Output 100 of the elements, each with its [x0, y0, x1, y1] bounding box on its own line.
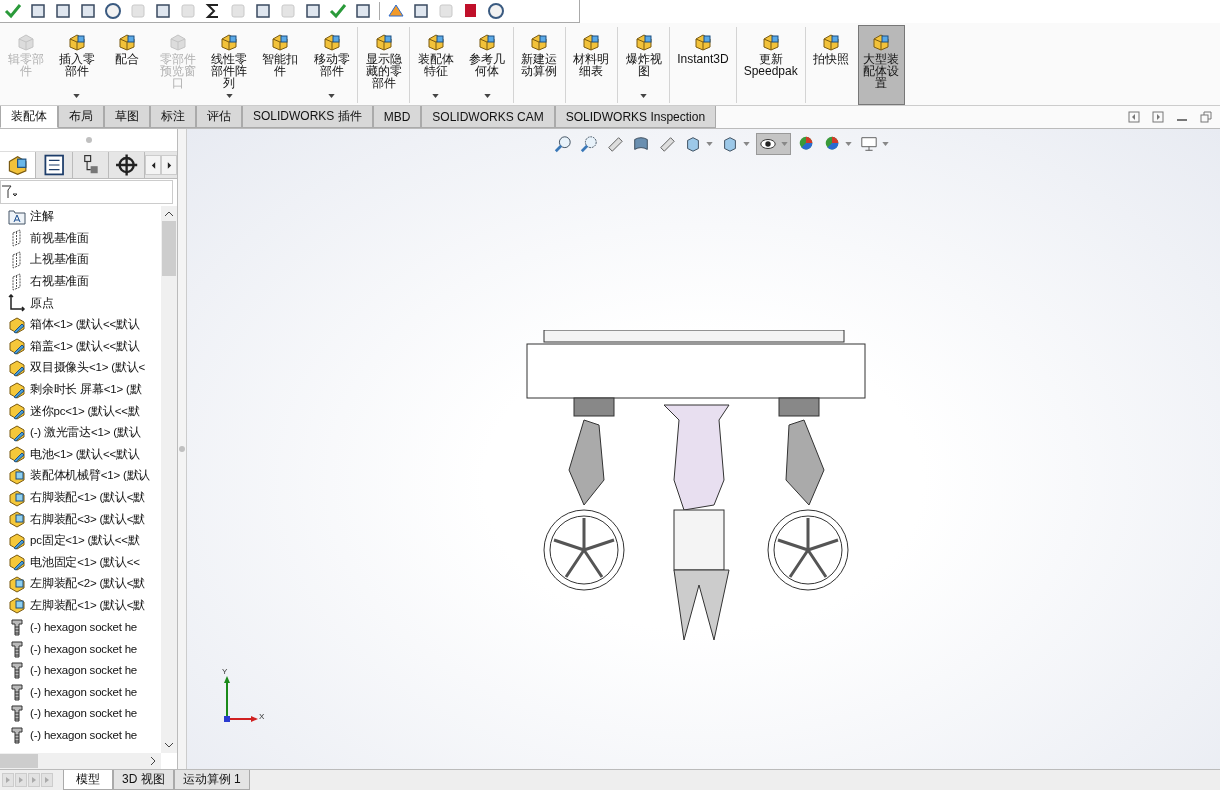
view-tool-icon — [606, 135, 624, 153]
assembly-icon — [8, 596, 26, 615]
tool-icon — [219, 32, 240, 52]
feature-tree-tab-icon[interactable] — [0, 152, 37, 178]
tool-icon — [373, 32, 394, 52]
scrollbar-thumb[interactable] — [0, 754, 38, 768]
panel-right-icon[interactable] — [1152, 111, 1164, 123]
tree-item-label[interactable]: 迷你pc<1> (默认<<默 — [30, 403, 140, 419]
ribbon-button[interactable]: Instant3D — [672, 25, 734, 105]
part-icon — [8, 380, 26, 399]
bolt-icon — [8, 639, 26, 658]
ribbon-button[interactable]: 大型装配体设置 — [857, 25, 905, 105]
ribbon-button[interactable]: 插入零部件 — [53, 25, 101, 105]
tool-icon — [425, 32, 446, 52]
tree-item-label[interactable]: (-) hexagon socket he — [30, 707, 138, 720]
ribbon-button[interactable]: 线性零部件阵列 — [205, 25, 253, 105]
command-tab[interactable]: 布局 — [58, 106, 104, 128]
part-icon — [8, 402, 26, 421]
tree-item-label[interactable]: 前视基准面 — [30, 230, 89, 246]
ribbon-button[interactable]: 材料明细表 — [567, 25, 616, 105]
x-axis-label: X — [259, 712, 265, 721]
ribbon-button[interactable]: 参考几何体 — [463, 25, 511, 105]
assembly-icon — [8, 488, 26, 507]
tool-icon — [117, 32, 138, 52]
tool-icon — [529, 32, 550, 52]
annotation-icon — [8, 207, 26, 226]
view-tool-icon — [684, 135, 702, 153]
command-tab[interactable]: 装配体 — [0, 106, 58, 128]
ribbon-button[interactable]: 新建运动算例 — [515, 25, 563, 105]
tree-item-label[interactable]: 右脚装配<3> (默认<默 — [30, 511, 145, 527]
tree-item-label[interactable]: 电池<1> (默认<<默认 — [30, 446, 140, 462]
splitter-handle[interactable] — [85, 137, 92, 143]
view-tool-icon — [580, 135, 598, 153]
restore-icon[interactable] — [1200, 111, 1212, 123]
bottom-tab[interactable]: 3D 视图 — [113, 770, 174, 790]
scrollbar-thumb[interactable] — [162, 221, 176, 276]
ribbon-button[interactable]: 拍快照 — [807, 25, 854, 105]
vertical-scrollbar[interactable] — [161, 206, 177, 753]
scroll-right-button[interactable] — [161, 155, 177, 175]
filter-field[interactable] — [0, 180, 173, 204]
tool-icon — [760, 32, 781, 52]
tree-item-label[interactable]: 箱盖<1> (默认<<默认 — [30, 338, 140, 354]
horizontal-scrollbar[interactable] — [0, 753, 161, 769]
tree-item-label[interactable]: (-) hexagon socket he — [30, 621, 138, 634]
tree-item-label[interactable]: (-) hexagon socket he — [30, 664, 138, 677]
bottom-tab[interactable]: 模型 — [63, 770, 113, 790]
ribbon-button[interactable]: 装配体特征 — [412, 25, 460, 105]
y-axis-label: Y — [222, 667, 228, 676]
tree-item-label[interactable]: 剩余时长 屏幕<1> (默 — [30, 382, 142, 398]
tree-item-label[interactable]: (-) hexagon socket he — [30, 642, 138, 655]
panel-left-icon[interactable] — [1128, 111, 1140, 123]
ribbon-button[interactable]: 更新 Speedpak — [738, 25, 803, 105]
tool-icon — [871, 32, 892, 52]
scroll-left-button[interactable] — [145, 155, 161, 175]
part-icon — [8, 553, 26, 572]
caret-icon — [845, 142, 852, 146]
command-tab[interactable]: SOLIDWORKS Inspection — [554, 106, 717, 128]
ribbon-button[interactable]: 显示隐藏的零部件 — [360, 25, 408, 105]
tool-icon — [581, 32, 602, 52]
command-tab[interactable]: MBD — [372, 106, 422, 128]
caret-icon — [882, 142, 889, 146]
tree-item-label[interactable]: 左脚装配<2> (默认<默 — [30, 576, 145, 592]
command-tab[interactable]: 标注 — [150, 106, 196, 128]
assembly-icon — [8, 574, 26, 593]
command-tab[interactable]: 评估 — [196, 106, 242, 128]
tree-item-label[interactable]: 上视基准面 — [30, 252, 89, 268]
ribbon-button[interactable]: 爆炸视图 — [620, 25, 668, 105]
bolt-icon — [8, 618, 26, 637]
toolbar-tool-icon[interactable] — [104, 2, 122, 20]
view-tool-button[interactable] — [756, 133, 791, 155]
bottom-tab[interactable]: 运动算例 1 — [173, 770, 250, 790]
tree-item-label[interactable]: 双目摄像头<1> (默认< — [30, 360, 145, 376]
tool-icon — [66, 32, 87, 52]
tree-item-label[interactable]: (-) hexagon socket he — [30, 729, 138, 742]
ribbon-button[interactable]: 移动零部件 — [307, 25, 356, 105]
tool-icon — [820, 32, 841, 52]
part-icon — [8, 337, 26, 356]
tree-item-label[interactable]: 注解 — [30, 209, 54, 225]
toolbar-tool-icon[interactable] — [487, 2, 505, 20]
tree-item-label[interactable]: 箱体<1> (默认<<默认 — [30, 317, 140, 333]
tree-item-label[interactable]: (-) 激光雷达<1> (默认 — [30, 425, 141, 441]
tree-item-label[interactable]: (-) hexagon socket he — [30, 685, 138, 698]
command-tab[interactable]: 草图 — [104, 106, 150, 128]
tree-item-label[interactable]: 装配体机械臂<1> (默认 — [30, 468, 151, 484]
tree-item-label[interactable]: 左脚装配<1> (默认<默 — [30, 598, 145, 613]
tree-item-label[interactable]: 右视基准面 — [30, 274, 89, 290]
tree-item-label[interactable]: 电池固定<1> (默认<< — [30, 554, 140, 570]
part-icon — [8, 445, 26, 464]
tree-item-label[interactable]: pc固定<1> (默认<<默 — [30, 533, 140, 549]
tree-item-label[interactable]: 原点 — [30, 295, 54, 311]
part-icon — [8, 315, 26, 334]
caret-icon — [483, 94, 491, 98]
origin-icon — [8, 294, 26, 313]
command-tab[interactable]: SOLIDWORKS 插件 — [242, 106, 373, 128]
command-tab[interactable]: SOLIDWORKS CAM — [421, 106, 555, 128]
tool-icon — [692, 32, 713, 52]
splitter-handle[interactable] — [179, 446, 185, 452]
ribbon-button[interactable]: 智能扣件 — [256, 25, 304, 105]
ribbon-button[interactable]: 配合 — [104, 25, 151, 105]
tree-item-label[interactable]: 右脚装配<1> (默认<默 — [30, 490, 145, 505]
